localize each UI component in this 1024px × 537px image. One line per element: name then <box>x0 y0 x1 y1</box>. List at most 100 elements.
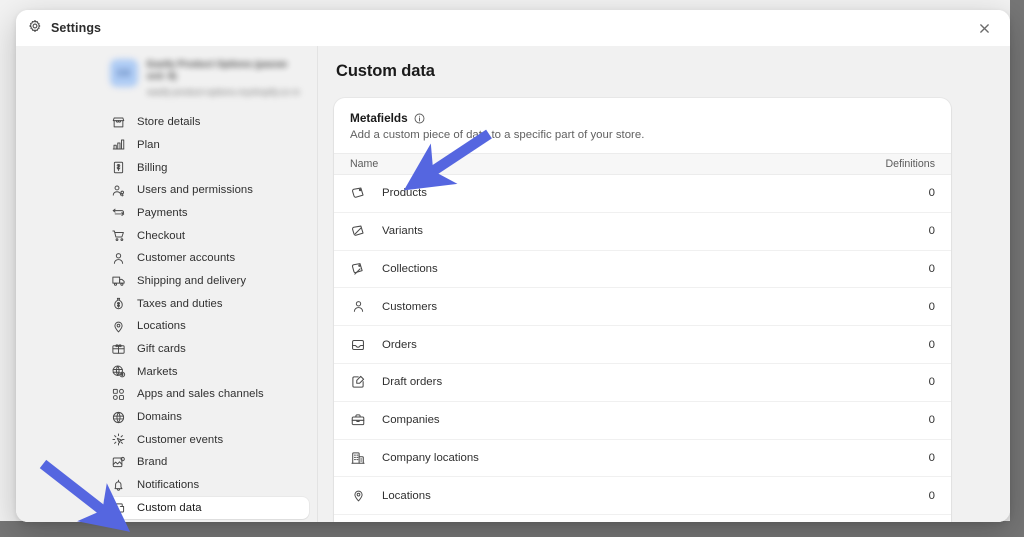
truck-icon <box>111 273 126 288</box>
table-row[interactable]: Customers 0 <box>334 288 951 327</box>
pin-icon <box>111 319 126 334</box>
globe-currency-icon <box>111 364 126 379</box>
sidebar-item-label: Gift cards <box>137 343 186 356</box>
close-icon[interactable] <box>972 16 996 40</box>
store-header[interactable]: EB Easify Product Options (passw ord: 8)… <box>95 46 317 109</box>
table-row[interactable]: Companies 0 <box>334 402 951 440</box>
tags-stack-icon <box>350 261 366 277</box>
sidebar-item-label: Apps and sales channels <box>137 388 264 401</box>
custom-data-icon <box>111 500 126 515</box>
row-name: Draft orders <box>382 376 443 389</box>
settings-sidebar: EB Easify Product Options (passw ord: 8)… <box>95 46 318 522</box>
content-inner: Custom data Metafields Add a custom piec… <box>318 62 1010 522</box>
row-name: Orders <box>382 338 417 351</box>
settings-modal: Settings EB Easify Product Options (pass… <box>16 10 1010 522</box>
table-row[interactable]: Variants 0 <box>334 213 951 251</box>
sidebar-item-markets[interactable]: Markets <box>103 360 309 383</box>
apps-icon <box>111 387 126 402</box>
sidebar-item-customer-accounts[interactable]: Customer accounts <box>103 247 309 270</box>
settings-nav: Store details Plan Billing Users and permis… <box>95 109 317 522</box>
row-definitions-count: 0 <box>928 225 935 238</box>
table-row[interactable]: Draft orders 0 <box>334 364 951 402</box>
sidebar-item-store-details[interactable]: Store details <box>103 111 309 134</box>
cart-icon <box>111 228 126 243</box>
users-icon <box>111 183 126 198</box>
row-name: Locations <box>382 489 431 502</box>
metafields-card: Metafields Add a custom piece of data to… <box>334 98 951 522</box>
sidebar-item-customer-events[interactable]: Customer events <box>103 428 309 451</box>
info-icon[interactable] <box>414 113 425 124</box>
payments-icon <box>111 205 126 220</box>
sidebar-item-notifications[interactable]: Notifications <box>103 474 309 497</box>
sidebar-item-taxes-and-duties[interactable]: Taxes and duties <box>103 292 309 315</box>
sidebar-item-domains[interactable]: Domains <box>103 406 309 429</box>
building-icon <box>350 450 366 466</box>
brand-icon <box>111 455 126 470</box>
sidebar-item-gift-cards[interactable]: Gift cards <box>103 338 309 361</box>
gift-card-icon <box>111 342 126 357</box>
store-domain: easify-product-options.myshopify.co m <box>147 86 300 97</box>
sidebar-item-users-and-permissions[interactable]: Users and permissions <box>103 179 309 202</box>
row-name: Customers <box>382 300 438 313</box>
row-definitions-count: 0 <box>928 414 935 427</box>
titlebar-left-group: Settings <box>28 19 101 38</box>
gear-icon <box>28 19 42 38</box>
bill-icon <box>111 160 126 175</box>
sidebar-item-brand[interactable]: Brand <box>103 451 309 474</box>
table-row[interactable]: Locations 0 <box>334 477 951 516</box>
table-header-row: Name Definitions <box>334 153 951 175</box>
metafields-card-header: Metafields Add a custom piece of data to… <box>334 98 951 153</box>
sidebar-item-shipping-and-delivery[interactable]: Shipping and delivery <box>103 270 309 293</box>
sidebar-item-apps-and-sales-channels[interactable]: Apps and sales channels <box>103 383 309 406</box>
table-row[interactable]: Products 0 <box>334 175 951 213</box>
store-icon <box>111 115 126 130</box>
row-definitions-count: 0 <box>928 451 935 464</box>
draft-order-edit-icon <box>350 374 366 390</box>
row-name: Companies <box>382 414 440 427</box>
row-definitions-count: 0 <box>928 489 935 502</box>
sidebar-item-label: Notifications <box>137 479 200 492</box>
row-definitions-count: 0 <box>928 262 935 275</box>
left-rail-spacer <box>16 46 95 522</box>
sidebar-item-label: Billing <box>137 161 168 174</box>
row-name: Products <box>382 187 427 200</box>
sidebar-item-plan[interactable]: Plan <box>103 134 309 157</box>
modal-body: EB Easify Product Options (passw ord: 8)… <box>16 46 1010 522</box>
sidebar-item-locations[interactable]: Locations <box>103 315 309 338</box>
sidebar-item-label: Shipping and delivery <box>137 274 247 287</box>
row-definitions-count: 0 <box>928 300 935 313</box>
sidebar-item-label: Custom data <box>137 501 202 514</box>
table-row[interactable]: Pages0 <box>334 515 951 522</box>
sidebar-item-label: Customer events <box>137 433 224 446</box>
sidebar-item-label: Markets <box>137 365 178 378</box>
sidebar-item-label: Locations <box>137 320 186 333</box>
modal-titlebar: Settings <box>16 10 1010 46</box>
person-icon <box>350 299 366 315</box>
table-row[interactable]: Company locations 0 <box>334 440 951 478</box>
table-row[interactable]: Orders 0 <box>334 326 951 364</box>
row-name: Variants <box>382 225 423 238</box>
desktop-bottom-shade <box>0 521 1024 537</box>
metafields-table-body: Products 0 Variants 0 Collections 0 Customers 0… <box>334 175 951 522</box>
row-name: Company locations <box>382 451 479 464</box>
sidebar-item-label: Customer accounts <box>137 252 236 265</box>
sidebar-item-label: Domains <box>137 411 182 424</box>
tag-slash-icon <box>350 223 366 239</box>
table-row[interactable]: Collections 0 <box>334 251 951 289</box>
row-definitions-count: 0 <box>928 376 935 389</box>
column-header-name: Name <box>350 158 379 170</box>
sidebar-item-custom-data[interactable]: Custom data <box>103 496 309 520</box>
sidebar-item-label: Payments <box>137 206 188 219</box>
sidebar-item-billing[interactable]: Billing <box>103 156 309 179</box>
card-subtitle: Add a custom piece of data to a specific… <box>350 129 645 141</box>
row-definitions-count: 0 <box>928 338 935 351</box>
sidebar-item-label: Checkout <box>137 229 186 242</box>
person-icon <box>111 251 126 266</box>
sidebar-item-checkout[interactable]: Checkout <box>103 224 309 247</box>
customer-events-icon <box>111 432 126 447</box>
sidebar-item-label: Users and permissions <box>137 184 253 197</box>
bell-icon <box>111 478 126 493</box>
orders-tray-icon <box>350 337 366 353</box>
sidebar-item-payments[interactable]: Payments <box>103 202 309 225</box>
column-header-definitions: Definitions <box>885 158 935 170</box>
